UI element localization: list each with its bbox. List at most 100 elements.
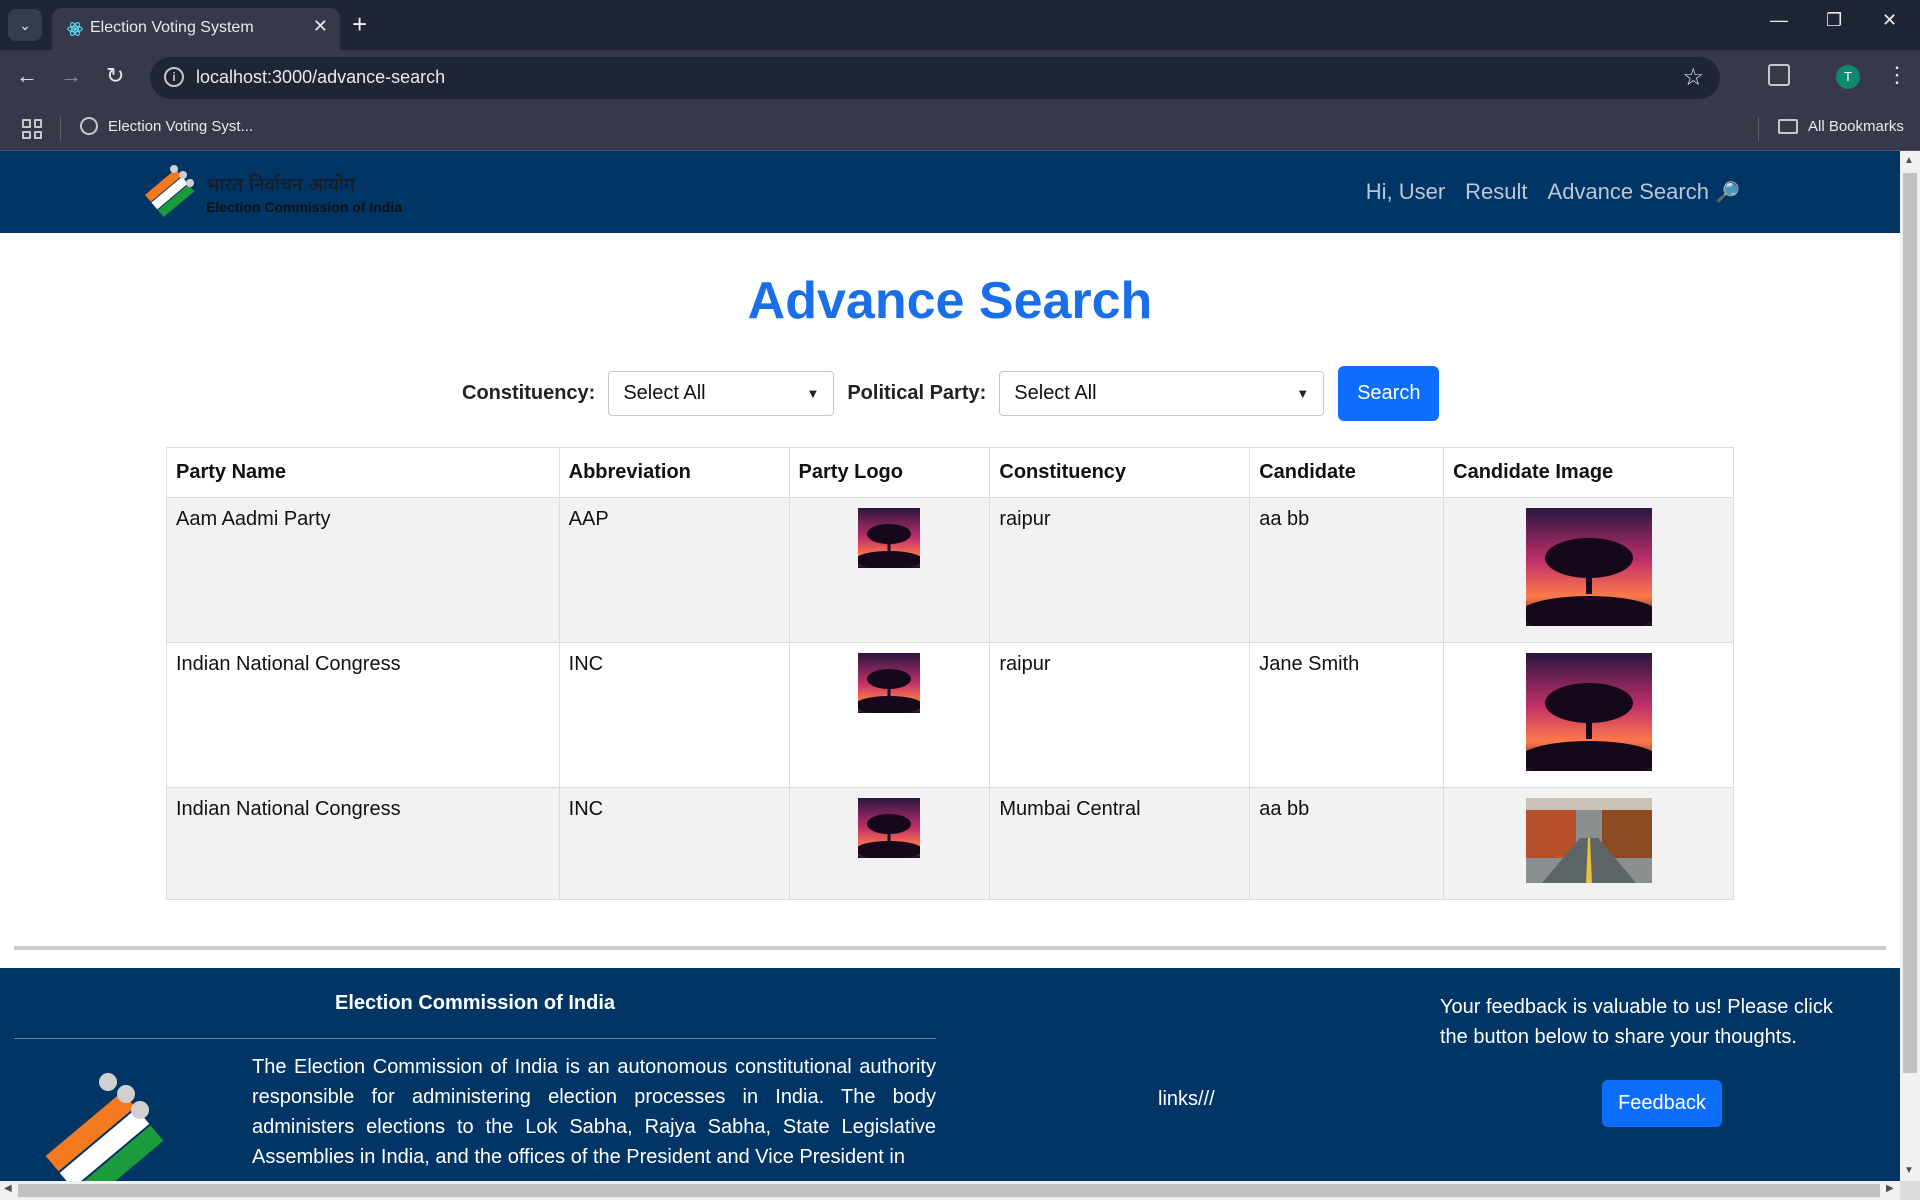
react-icon bbox=[67, 22, 83, 36]
chevron-down-icon: ⌄ bbox=[19, 16, 31, 33]
window-close-icon[interactable]: ✕ bbox=[1882, 10, 1897, 31]
col-header-candidate-image: Candidate Image bbox=[1443, 447, 1734, 498]
chevron-down-icon: ▼ bbox=[1296, 386, 1310, 401]
col-header-party-logo: Party Logo bbox=[788, 447, 991, 498]
col-header-party-name: Party Name bbox=[166, 447, 560, 498]
eci-logo[interactable]: भारत निर्वाचन आयोग Election Commission o… bbox=[140, 159, 440, 225]
reload-icon[interactable]: ↻ bbox=[106, 64, 124, 88]
scroll-left-icon[interactable]: ◀ bbox=[4, 1183, 12, 1194]
globe-icon bbox=[80, 117, 98, 135]
restore-icon[interactable]: ❐ bbox=[1826, 10, 1842, 31]
nav-result[interactable]: Result bbox=[1465, 179, 1527, 205]
apps-grid-icon[interactable] bbox=[22, 119, 42, 139]
cell-constituency: Mumbai Central bbox=[989, 787, 1251, 900]
nav-advance-search[interactable]: Advance Search 🔎 bbox=[1548, 179, 1740, 205]
cell-candidate: aa bb bbox=[1249, 497, 1445, 643]
address-bar[interactable]: i localhost:3000/advance-search ☆ bbox=[150, 57, 1720, 99]
scroll-right-icon[interactable]: ▶ bbox=[1886, 1183, 1894, 1194]
vertical-scrollbar[interactable]: ▲ ▼ bbox=[1900, 151, 1920, 1181]
footer-links[interactable]: links/// bbox=[1158, 1088, 1215, 1111]
bookmark-star-icon[interactable]: ☆ bbox=[1682, 63, 1704, 92]
more-menu-icon[interactable]: ⋮ bbox=[1886, 62, 1908, 88]
cell-party-name: Indian National Congress bbox=[166, 642, 560, 788]
site-info-icon[interactable]: i bbox=[164, 67, 184, 87]
footer-about-text: The Election Commission of India is an a… bbox=[252, 1056, 936, 1168]
candidate-image bbox=[1525, 798, 1652, 883]
table-row: Indian National Congress INC Mumbai Cent… bbox=[166, 787, 1734, 900]
footer-title: Election Commission of India bbox=[334, 992, 616, 1014]
constituency-select[interactable]: Select All ▼ bbox=[608, 371, 835, 416]
cell-candidate-image bbox=[1443, 642, 1734, 788]
all-bookmarks-button[interactable]: All Bookmarks bbox=[1778, 118, 1904, 135]
cell-party-name: Aam Aadmi Party bbox=[166, 497, 560, 643]
section-divider bbox=[14, 946, 1886, 950]
bookmarks-bar: Election Voting Syst... All Bookmarks bbox=[0, 107, 1920, 151]
site-footer: Election Commission of India The Electio… bbox=[0, 968, 1900, 1181]
party-label: Political Party: bbox=[847, 382, 987, 404]
tab-close-icon[interactable]: ✕ bbox=[313, 16, 328, 37]
table-header-row: Party Name Abbreviation Party Logo Const… bbox=[166, 447, 1734, 498]
forward-icon[interactable]: → bbox=[60, 64, 82, 88]
profile-avatar[interactable]: T bbox=[1836, 65, 1860, 89]
cell-party-logo bbox=[788, 497, 991, 643]
cell-abbreviation: AAP bbox=[558, 497, 790, 643]
feedback-text: Your feedback is valuable to us! Please … bbox=[1440, 996, 1833, 1048]
vertical-scrollbar-thumb[interactable] bbox=[1903, 173, 1917, 1073]
cell-constituency: raipur bbox=[989, 642, 1251, 788]
party-logo-image bbox=[858, 798, 921, 858]
cell-abbreviation: INC bbox=[558, 787, 790, 900]
back-icon[interactable]: ← bbox=[16, 64, 38, 88]
browser-tab-active[interactable]: Election Voting System ✕ bbox=[52, 8, 340, 50]
cell-constituency: raipur bbox=[989, 497, 1251, 643]
party-logo-image bbox=[858, 653, 921, 713]
cell-candidate: aa bb bbox=[1249, 787, 1445, 900]
folder-icon bbox=[1778, 119, 1798, 134]
cell-candidate: Jane Smith bbox=[1249, 642, 1445, 788]
url-text[interactable]: localhost:3000/advance-search bbox=[196, 67, 445, 88]
table-row: Aam Aadmi Party AAP raipur aa bb bbox=[166, 497, 1734, 643]
tab-title: Election Voting System bbox=[90, 19, 254, 36]
party-select[interactable]: Select All ▼ bbox=[999, 371, 1325, 416]
feedback-button[interactable]: Feedback bbox=[1602, 1080, 1722, 1127]
divider bbox=[1758, 117, 1759, 141]
cell-party-logo bbox=[788, 787, 991, 900]
nav-greeting[interactable]: Hi, User bbox=[1366, 179, 1445, 205]
cell-party-logo bbox=[788, 642, 991, 788]
browser-tab-strip: ⌄ Election Voting System ✕ + — ❐ ✕ bbox=[0, 0, 1920, 50]
site-nav: Hi, User Result Advance Search 🔎 bbox=[1366, 179, 1740, 205]
col-header-constituency: Constituency bbox=[989, 447, 1251, 498]
col-header-candidate: Candidate bbox=[1249, 447, 1445, 498]
cell-abbreviation: INC bbox=[558, 642, 790, 788]
results-table: Party Name Abbreviation Party Logo Const… bbox=[166, 447, 1734, 900]
chevron-down-icon: ▼ bbox=[806, 386, 820, 401]
new-tab-icon[interactable]: + bbox=[352, 10, 367, 38]
divider bbox=[60, 117, 61, 141]
search-icon: 🔎 bbox=[1715, 182, 1740, 204]
search-button[interactable]: Search bbox=[1338, 366, 1440, 421]
logo-hindi-text: भारत निर्वाचन आयोग bbox=[206, 174, 355, 196]
horizontal-scrollbar-thumb[interactable] bbox=[18, 1184, 1880, 1197]
tab-search-button[interactable]: ⌄ bbox=[8, 9, 42, 41]
minimize-icon[interactable]: — bbox=[1770, 10, 1788, 31]
logo-english-text: Election Commission of India bbox=[206, 199, 403, 215]
table-row: Indian National Congress INC raipur Jane… bbox=[166, 642, 1734, 788]
scrollbar-corner bbox=[1900, 1181, 1920, 1200]
party-logo-image bbox=[858, 508, 921, 568]
horizontal-scrollbar[interactable]: ◀ ▶ bbox=[0, 1181, 1900, 1200]
all-bookmarks-label: All Bookmarks bbox=[1808, 118, 1904, 135]
bookmark-election-voting[interactable]: Election Voting Syst... bbox=[80, 117, 253, 135]
cell-party-name: Indian National Congress bbox=[166, 787, 560, 900]
site-header: भारत निर्वाचन आयोग Election Commission o… bbox=[0, 151, 1900, 233]
page-viewport: भारत निर्वाचन आयोग Election Commission o… bbox=[0, 151, 1900, 1181]
extensions-icon[interactable] bbox=[1768, 64, 1790, 86]
eci-emblem-icon bbox=[145, 165, 195, 218]
eci-emblem-icon bbox=[45, 1073, 164, 1181]
browser-toolbar: ← → ↻ i localhost:3000/advance-search ☆ … bbox=[0, 50, 1920, 107]
bookmark-label: Election Voting Syst... bbox=[108, 117, 254, 135]
cell-candidate-image bbox=[1443, 787, 1734, 900]
constituency-select-value: Select All bbox=[623, 382, 706, 404]
nav-advance-search-label: Advance Search bbox=[1547, 179, 1709, 204]
scroll-down-icon[interactable]: ▼ bbox=[1904, 1165, 1914, 1176]
candidate-image bbox=[1525, 508, 1652, 626]
scroll-up-icon[interactable]: ▲ bbox=[1904, 155, 1914, 166]
